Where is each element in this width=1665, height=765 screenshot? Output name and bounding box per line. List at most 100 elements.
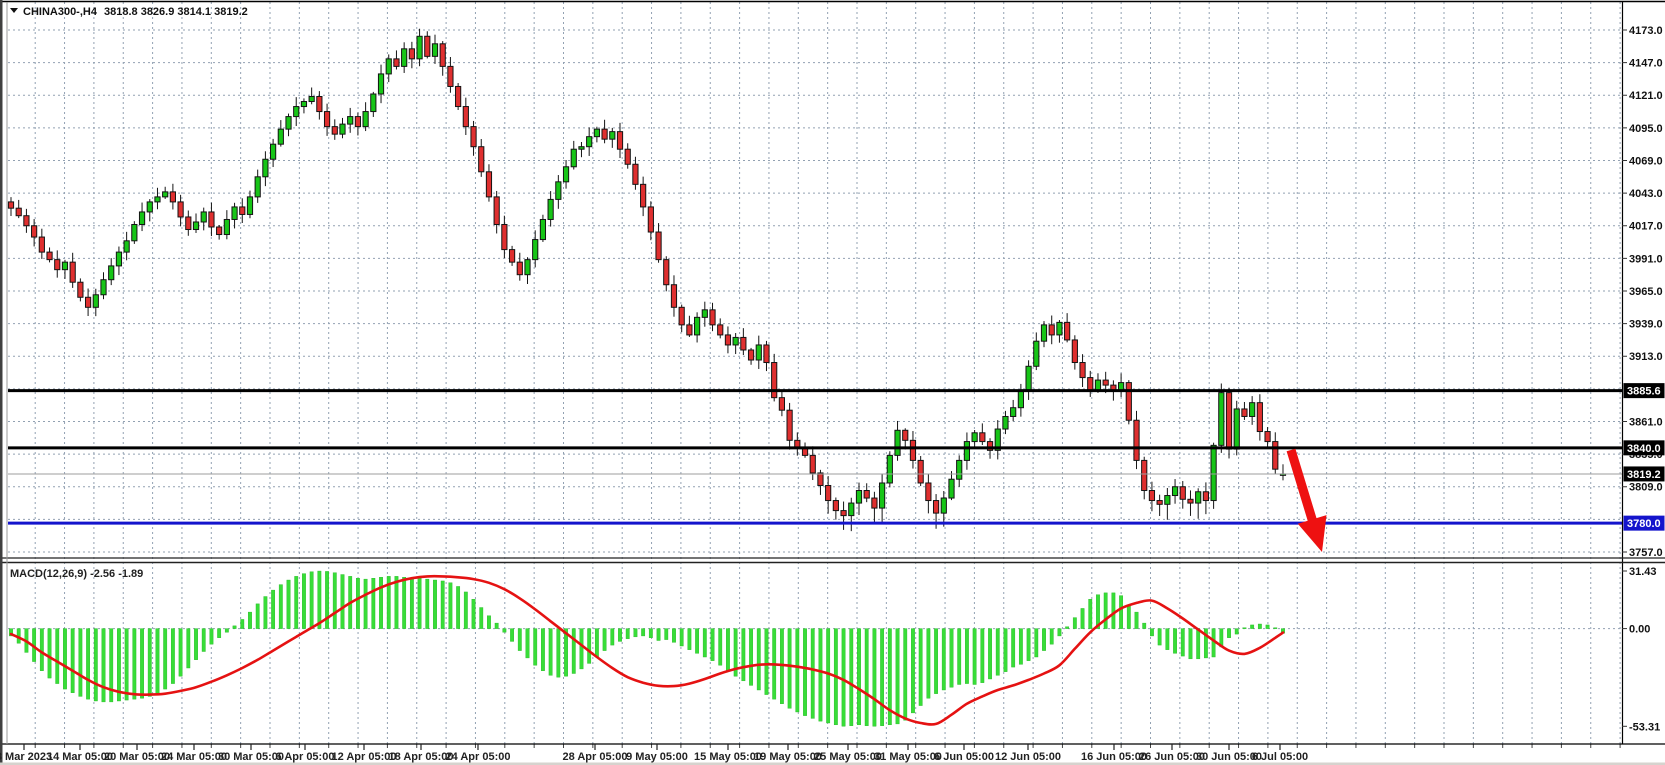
candle-bull: [609, 131, 616, 140]
macd-histogram-bar: [1180, 628, 1185, 657]
candle-bull: [1056, 321, 1063, 336]
macd-histogram-bar: [918, 628, 923, 706]
candle-bear: [323, 111, 331, 128]
macd-histogram-bar: [317, 570, 322, 629]
time-tick-label: 6 Apr 05:00: [276, 751, 335, 763]
macd-histogram-bar: [556, 628, 561, 678]
candle-bear: [1264, 431, 1271, 443]
candle-bear: [69, 261, 76, 283]
macd-histogram-bar: [163, 628, 168, 690]
candle-bear: [1241, 408, 1248, 417]
price-level-badge-label: 3885.6: [1627, 386, 1661, 398]
candle-bull: [1033, 340, 1040, 367]
chart-plot-area[interactable]: [8, 2, 1622, 744]
candle-bull: [855, 490, 863, 504]
candle-bear: [393, 58, 400, 67]
candle-bull: [755, 344, 762, 361]
time-tick-label: 12 Apr 05:00: [331, 751, 396, 763]
candle-bear: [31, 225, 38, 238]
macd-histogram-bar: [679, 628, 684, 647]
candle-bull: [971, 432, 978, 443]
macd-histogram-bar: [810, 628, 815, 719]
candle-bear: [1133, 419, 1140, 461]
macd-histogram-bar: [1042, 628, 1046, 651]
time-tick-label: 9 May 05:00: [626, 751, 688, 763]
macd-histogram-bar: [726, 628, 730, 671]
candle-bear: [185, 216, 192, 231]
macd-histogram-bar: [602, 628, 607, 651]
macd-histogram-bar: [818, 628, 823, 722]
macd-histogram-bar: [425, 578, 430, 629]
candle-bull: [123, 240, 130, 253]
macd-histogram-bar: [587, 628, 592, 664]
macd-histogram-bar: [117, 628, 121, 702]
candle-bull: [162, 191, 169, 198]
candle-bull: [401, 48, 408, 67]
candle-bull: [262, 158, 269, 178]
macd-histogram-bar: [1250, 624, 1255, 629]
macd-histogram-bar: [1057, 628, 1062, 637]
candle-bull: [1195, 491, 1202, 504]
candle-bull: [701, 309, 708, 318]
candle-bear: [1087, 377, 1094, 391]
candle-bull: [586, 136, 593, 148]
macd-histogram-bar: [487, 615, 491, 629]
time-tick-label: 28 Apr 05:00: [562, 751, 627, 763]
macd-histogram-bar: [1111, 592, 1116, 629]
candle-bear: [208, 211, 215, 228]
macd-histogram-bar: [194, 628, 198, 660]
macd-histogram-bar: [533, 628, 538, 666]
macd-histogram-bar: [456, 586, 461, 629]
macd-histogram-bar: [217, 628, 222, 638]
macd-histogram-bar: [55, 628, 60, 684]
macd-histogram-bar: [687, 628, 692, 650]
candle-bull: [108, 265, 115, 281]
macd-histogram-bar: [494, 622, 499, 629]
candle-bear: [493, 196, 500, 225]
candle-bull: [1010, 407, 1017, 417]
candle-bear: [817, 472, 824, 486]
macd-histogram-bar: [610, 628, 615, 646]
candle-bull: [131, 223, 138, 242]
macd-histogram-bar: [965, 628, 969, 684]
candle-bull: [200, 211, 207, 223]
macd-tick-label: 0.00: [1629, 624, 1650, 636]
candle-bear: [1225, 392, 1233, 450]
candle-bull: [100, 279, 107, 296]
macd-histogram-bar: [795, 628, 800, 713]
candle-bull: [894, 429, 901, 456]
candle-bear: [601, 128, 608, 140]
macd-histogram-bar: [1157, 628, 1162, 646]
macd-histogram-bar: [402, 577, 407, 629]
candle-bull: [377, 73, 385, 95]
macd-histogram-bar: [186, 628, 191, 669]
macd-histogram-bar: [710, 628, 715, 661]
candle-bear: [216, 226, 223, 236]
macd-histogram-bar: [39, 628, 44, 671]
candle-bull: [231, 206, 238, 220]
macd-histogram-bar: [278, 584, 283, 629]
macd-histogram-bar: [880, 628, 885, 726]
candle-bear: [447, 65, 454, 87]
candle-bear: [1202, 491, 1209, 502]
macd-histogram-bar: [1234, 628, 1239, 635]
candle-bear: [786, 409, 793, 441]
candle-bull: [61, 261, 69, 271]
candle-bear: [516, 261, 523, 276]
price-tick-label: 3757.0: [1629, 547, 1663, 559]
candle-bear: [616, 131, 624, 150]
macd-histogram-bar: [248, 611, 252, 629]
candle-bear: [54, 259, 61, 271]
macd-histogram-bar: [1196, 628, 1201, 660]
macd-histogram-bar: [1065, 626, 1070, 629]
macd-histogram-bar: [479, 607, 484, 629]
candle-bull: [956, 459, 963, 480]
macd-histogram-bar: [409, 578, 414, 629]
candle-bear: [1064, 321, 1071, 341]
candle-bear: [455, 85, 462, 108]
candle-bear: [1156, 500, 1163, 505]
candle-bear: [239, 206, 246, 215]
time-tick-label: 19 May 05:00: [754, 751, 822, 763]
macd-histogram-bar: [803, 628, 807, 716]
candle-bear: [7, 201, 15, 209]
